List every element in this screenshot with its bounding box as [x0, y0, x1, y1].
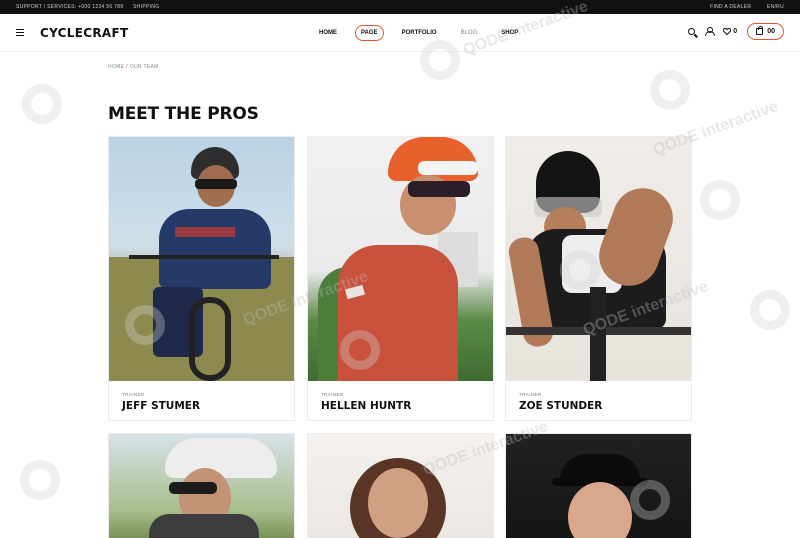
breadcrumb-home[interactable]: HOME [108, 64, 124, 70]
team-card[interactable] [307, 433, 494, 538]
watermark-logo [750, 290, 790, 330]
watermark-logo [650, 70, 690, 110]
team-card[interactable] [505, 433, 692, 538]
member-role: TRAINER [519, 392, 542, 397]
nav-shop[interactable]: SHOP [495, 25, 524, 41]
site-header: CYCLECRAFT HOME PAGE PORTFOLIO BLOG SHOP… [0, 14, 800, 52]
user-icon[interactable] [705, 27, 716, 36]
team-member-photo[interactable] [109, 434, 294, 538]
wishlist-count: 0 [733, 28, 738, 35]
breadcrumb-current: OUR TEAM [129, 64, 159, 70]
cart-button[interactable]: 00 [747, 23, 784, 40]
team-card[interactable]: TRAINER HELLEN HUNTR [307, 136, 494, 421]
member-name[interactable]: HELLEN HUNTR [321, 400, 411, 412]
menu-icon[interactable] [16, 29, 24, 36]
breadcrumb-separator: / [126, 64, 128, 70]
top-bar: SUPPORT / SERVICES: +000 1234 56 789 SHI… [0, 0, 800, 14]
member-name[interactable]: ZOE STUNDER [519, 400, 602, 412]
find-dealer-link[interactable]: FIND A DEALER [710, 4, 751, 10]
watermark-logo [700, 180, 740, 220]
heart-icon [723, 28, 732, 35]
member-role: TRAINER [122, 392, 145, 397]
language-switcher[interactable]: EN/RU [767, 4, 784, 10]
search-icon[interactable] [688, 28, 696, 35]
member-role: TRAINER [321, 392, 344, 397]
team-member-photo[interactable] [506, 137, 691, 381]
breadcrumb: HOME / OUR TEAM [108, 64, 159, 70]
support-phone[interactable]: SUPPORT / SERVICES: +000 1234 56 789 [16, 4, 123, 10]
team-member-photo[interactable] [308, 434, 493, 538]
wishlist-button[interactable]: 0 [723, 28, 737, 35]
shipping-link[interactable]: SHIPPING [133, 4, 159, 10]
team-member-photo[interactable] [308, 137, 493, 381]
main-nav: HOME PAGE PORTFOLIO BLOG SHOP [313, 25, 524, 41]
cart-count: 00 [767, 28, 775, 35]
nav-home[interactable]: HOME [313, 25, 343, 41]
watermark-logo [22, 84, 62, 124]
team-member-photo[interactable] [109, 137, 294, 381]
nav-portfolio[interactable]: PORTFOLIO [396, 25, 443, 41]
team-member-photo[interactable] [506, 434, 691, 538]
page-title: MEET THE PROS [108, 104, 259, 124]
member-name[interactable]: JEFF STUMER [122, 400, 200, 412]
bag-icon [756, 26, 764, 35]
nav-blog[interactable]: BLOG [455, 25, 484, 41]
team-card[interactable] [108, 433, 295, 538]
nav-page[interactable]: PAGE [355, 25, 384, 41]
site-logo[interactable]: CYCLECRAFT [40, 26, 128, 40]
team-card[interactable]: TRAINER ZOE STUNDER [505, 136, 692, 421]
watermark-logo [20, 460, 60, 500]
team-card[interactable]: TRAINER JEFF STUMER [108, 136, 295, 421]
